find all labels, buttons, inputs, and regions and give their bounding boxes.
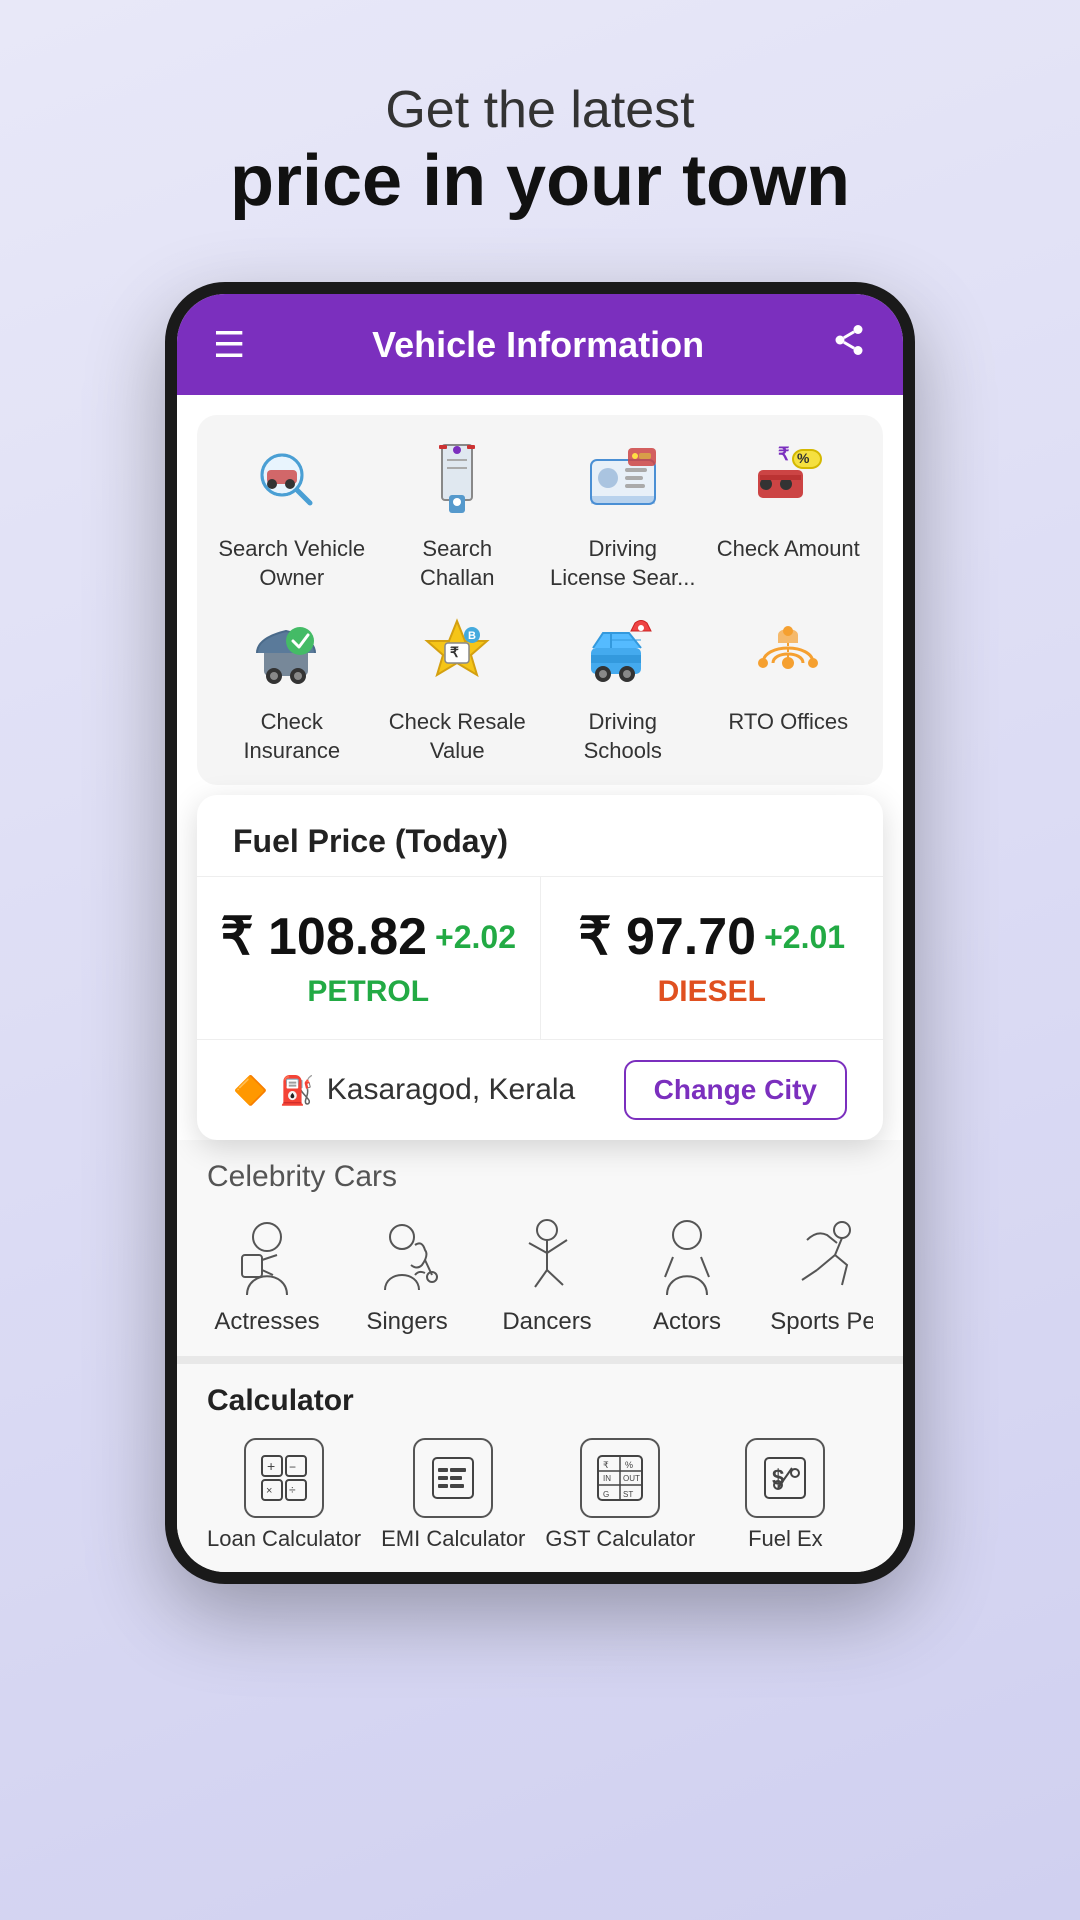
celebrity-section-title: Celebrity Cars: [207, 1160, 873, 1194]
sports-icon: [782, 1210, 872, 1300]
calculator-row: + − × ÷ Loan Calculator: [207, 1438, 873, 1552]
svg-text:%: %: [625, 1460, 633, 1470]
grid-item-rto-offices[interactable]: RTO Offices: [714, 608, 864, 765]
loan-calculator-label: Loan Calculator: [207, 1526, 361, 1552]
svg-text:ST: ST: [623, 1490, 633, 1499]
petrol-price-row: ₹ 108.82 +2.02: [217, 907, 520, 967]
petrol-price: ₹ 108.82: [220, 907, 427, 967]
change-city-button[interactable]: Change City: [624, 1060, 847, 1120]
emi-calculator-item[interactable]: EMI Calculator: [381, 1438, 525, 1552]
celebrity-actors[interactable]: Actors: [627, 1210, 747, 1336]
singers-label: Singers: [366, 1308, 447, 1336]
svg-text:₹: ₹: [778, 444, 790, 464]
petrol-label: PETROL: [217, 975, 520, 1009]
sports-label: Sports Per: [770, 1308, 873, 1336]
petrol-change: +2.02: [435, 919, 516, 956]
check-insurance-label: Check Insurance: [217, 708, 367, 765]
loan-calculator-item[interactable]: + − × ÷ Loan Calculator: [207, 1438, 361, 1552]
svg-text:+: +: [267, 1458, 275, 1474]
check-resale-label: Check Resale Value: [383, 708, 533, 765]
fuel-ex-calculator-item[interactable]: $ Fuel Ex: [715, 1438, 855, 1552]
gst-calculator-icon: ₹ % IN OUT G ST: [580, 1438, 660, 1518]
check-resale-icon: ₹ B: [412, 608, 502, 698]
fuel-prices-container: ₹ 108.82 +2.02 PETROL ₹ 97.70 +2.01 DIES…: [197, 876, 883, 1039]
svg-text:₹: ₹: [603, 1460, 609, 1470]
fuel-location-bar: 🔶 ⛽ Kasaragod, Kerala Change City: [197, 1039, 883, 1140]
fuel-drop-icon: 🔶: [233, 1074, 268, 1107]
svg-text:G: G: [603, 1490, 609, 1499]
check-amount-label: Check Amount: [717, 535, 860, 564]
search-vehicle-label: Search Vehicle Owner: [217, 535, 367, 592]
check-amount-icon: % ₹: [743, 435, 833, 525]
hero-subtitle: Get the latest: [230, 80, 850, 140]
svg-text:%: %: [797, 450, 810, 466]
search-challan-label: Search Challan: [383, 535, 533, 592]
celebrity-sports[interactable]: Sports Per: [767, 1210, 873, 1336]
svg-text:₹: ₹: [450, 644, 459, 660]
driving-license-icon: [578, 435, 668, 525]
hero-title: price in your town: [230, 140, 850, 222]
driving-license-label: Driving License Sear...: [548, 535, 698, 592]
app-title: Vehicle Information: [372, 324, 704, 366]
search-vehicle-icon: [247, 435, 337, 525]
diesel-change: +2.01: [764, 919, 845, 956]
fuel-card-title: Fuel Price (Today): [197, 795, 883, 876]
loan-calculator-icon: + − × ÷: [244, 1438, 324, 1518]
emi-calculator-icon: [413, 1438, 493, 1518]
fuel-price-card: Fuel Price (Today) ₹ 108.82 +2.02 PETROL…: [197, 795, 883, 1140]
svg-text:OUT: OUT: [623, 1474, 640, 1483]
check-insurance-icon: [247, 608, 337, 698]
celebrity-row: Actresses Singers: [207, 1210, 873, 1336]
gst-calculator-item[interactable]: ₹ % IN OUT G ST GST Calculator: [545, 1438, 695, 1552]
app-header: ☰ Vehicle Information: [177, 294, 903, 395]
emi-calculator-label: EMI Calculator: [381, 1526, 525, 1552]
celebrity-section: Celebrity Cars Actresses: [177, 1140, 903, 1356]
svg-text:IN: IN: [603, 1474, 611, 1483]
rto-offices-icon: [743, 608, 833, 698]
singers-icon: [362, 1210, 452, 1300]
driving-schools-label: Driving Schools: [548, 708, 698, 765]
phone-shell: ☰ Vehicle Information: [165, 282, 915, 1584]
actresses-icon: [222, 1210, 312, 1300]
diesel-label: DIESEL: [561, 975, 864, 1009]
svg-text:−: −: [289, 1460, 296, 1474]
grid-item-driving-schools[interactable]: Driving Schools: [548, 608, 698, 765]
hero-section: Get the latest price in your town: [230, 80, 850, 222]
grid-item-search-challan[interactable]: Search Challan: [383, 435, 533, 592]
celebrity-dancers[interactable]: Dancers: [487, 1210, 607, 1336]
actresses-label: Actresses: [214, 1308, 319, 1336]
diesel-price: ₹ 97.70: [578, 907, 756, 967]
rto-offices-label: RTO Offices: [728, 708, 848, 737]
dancers-label: Dancers: [502, 1308, 591, 1336]
gst-calculator-label: GST Calculator: [545, 1526, 695, 1552]
location-info: 🔶 ⛽ Kasaragod, Kerala: [233, 1073, 575, 1107]
share-icon[interactable]: [831, 322, 867, 367]
diesel-price-row: ₹ 97.70 +2.01: [561, 907, 864, 967]
calculator-section: Calculator + − × ÷ Loan Calculator: [177, 1356, 903, 1572]
svg-text:÷: ÷: [289, 1483, 296, 1497]
search-challan-icon: [412, 435, 502, 525]
petrol-column: ₹ 108.82 +2.02 PETROL: [197, 877, 541, 1039]
celebrity-singers[interactable]: Singers: [347, 1210, 467, 1336]
menu-icon[interactable]: ☰: [213, 324, 245, 366]
grid-item-check-amount[interactable]: % ₹ Check Amount: [714, 435, 864, 592]
location-text: Kasaragod, Kerala: [327, 1073, 576, 1107]
fuel-ex-icon: $: [745, 1438, 825, 1518]
vehicle-grid: Search Vehicle Owner Search Challan: [197, 415, 883, 785]
grid-item-driving-license[interactable]: Driving License Sear...: [548, 435, 698, 592]
actors-label: Actors: [653, 1308, 721, 1336]
celebrity-actresses[interactable]: Actresses: [207, 1210, 327, 1336]
calculator-section-title: Calculator: [207, 1384, 873, 1418]
actors-icon: [642, 1210, 732, 1300]
driving-schools-icon: [578, 608, 668, 698]
grid-item-search-vehicle[interactable]: Search Vehicle Owner: [217, 435, 367, 592]
diesel-column: ₹ 97.70 +2.01 DIESEL: [541, 877, 884, 1039]
dancers-icon: [502, 1210, 592, 1300]
pump-icon: ⛽: [280, 1074, 315, 1107]
grid-item-check-insurance[interactable]: Check Insurance: [217, 608, 367, 765]
svg-text:B: B: [468, 630, 476, 642]
svg-text:×: ×: [266, 1485, 272, 1497]
grid-item-check-resale[interactable]: ₹ B Check Resale Value: [383, 608, 533, 765]
fuel-ex-label: Fuel Ex: [748, 1526, 823, 1552]
